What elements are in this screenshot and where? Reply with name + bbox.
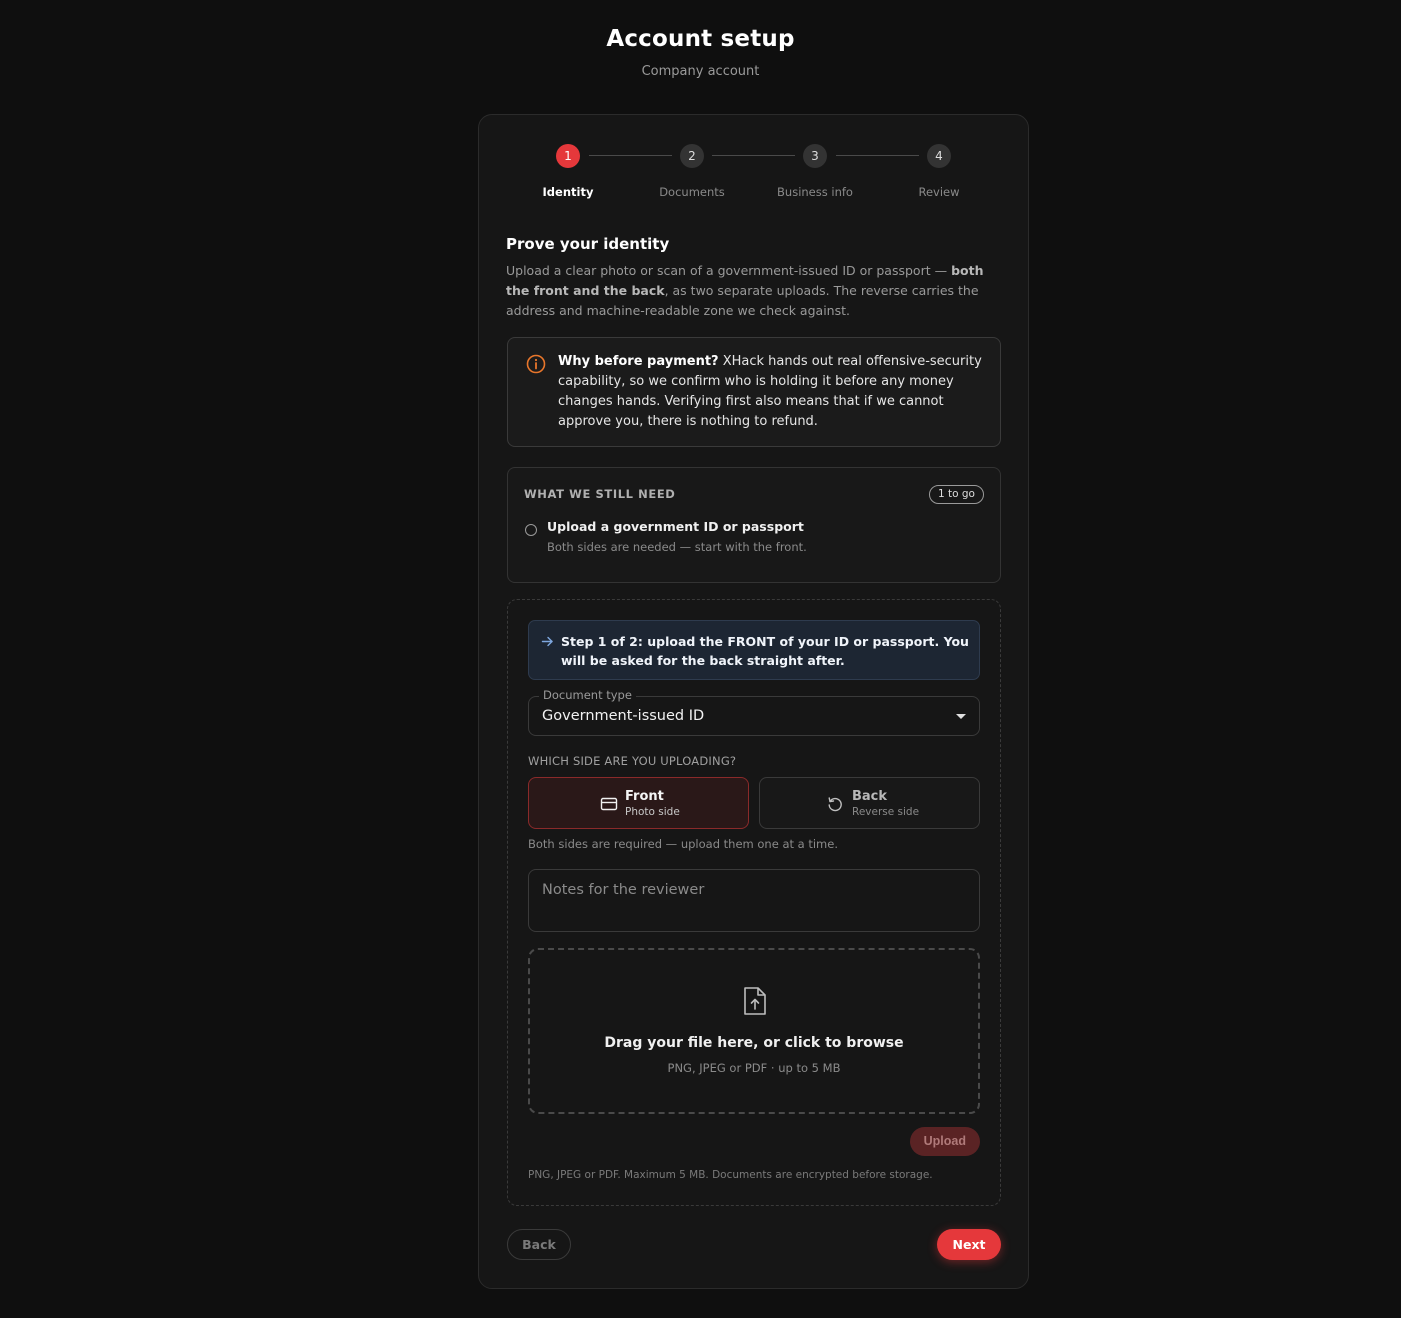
step-connector [712, 155, 795, 156]
reviewer-notes-input[interactable] [528, 869, 980, 932]
section-title: Prove your identity [506, 235, 670, 253]
back-side-label: Back [852, 789, 888, 804]
notice-text: Why before payment? XHack hands out real… [558, 352, 983, 432]
document-type-value: Government-issued ID [542, 708, 705, 724]
document-type-label: Document type [539, 688, 636, 702]
front-side-label: Front [625, 789, 664, 804]
dropzone-subtitle: PNG, JPEG or PDF · up to 5 MB [667, 1061, 841, 1075]
back-side-sub: Reverse side [852, 806, 920, 818]
side-question: WHICH SIDE ARE YOU UPLOADING? [528, 754, 737, 768]
remaining-badge: 1 to go [929, 485, 984, 504]
step-2-indicator[interactable]: 2 [680, 144, 704, 168]
document-type-select[interactable]: Document type Government-issued ID [528, 688, 980, 736]
arrow-right-icon [541, 636, 553, 647]
stepper: 1 2 3 4 Identity Documents Business info… [479, 115, 1028, 215]
front-side-button[interactable]: Front Photo side [528, 777, 749, 829]
back-side-button[interactable]: Back Reverse side [759, 777, 980, 829]
step-2-label: Documents [659, 185, 725, 199]
step-4-label: Review [918, 185, 960, 199]
back-button[interactable]: Back [507, 1229, 571, 1260]
checklist-panel: WHAT WE STILL NEED 1 to go Upload a gove… [507, 467, 1001, 583]
step-connector [589, 155, 672, 156]
step-1-indicator[interactable]: 1 [556, 144, 580, 168]
step-3-label: Business info [777, 185, 853, 199]
next-button[interactable]: Next [937, 1229, 1001, 1260]
checklist-item-title: Upload a government ID or passport [547, 519, 804, 534]
upload-section: Step 1 of 2: upload the FRONT of your ID… [507, 599, 1001, 1206]
description-text: Upload a clear photo or scan of a govern… [506, 263, 952, 278]
info-circle-icon [526, 354, 546, 374]
rotate-icon [828, 797, 842, 812]
page-title: Account setup [606, 26, 795, 52]
card-icon [600, 797, 618, 811]
section-description: Upload a clear photo or scan of a govern… [506, 261, 996, 321]
checklist-title: WHAT WE STILL NEED [524, 487, 676, 501]
front-side-sub: Photo side [625, 806, 680, 818]
page-subtitle: Company account [641, 64, 760, 79]
checklist-item-subtitle: Both sides are needed — start with the f… [547, 540, 807, 554]
step-3-indicator[interactable]: 3 [803, 144, 827, 168]
notice-heading: Why before payment? [558, 354, 719, 369]
side-hint: Both sides are required — upload them on… [528, 837, 838, 851]
upload-footnote: PNG, JPEG or PDF. Maximum 5 MB. Document… [528, 1169, 933, 1181]
step-notice: Step 1 of 2: upload the FRONT of your ID… [528, 620, 980, 680]
checklist-status-circle-icon [525, 524, 537, 536]
upload-button[interactable]: Upload [909, 1127, 980, 1156]
file-dropzone[interactable]: Drag your file here, or click to browse … [528, 948, 980, 1114]
step-1-label: Identity [542, 185, 594, 199]
step-4-indicator[interactable]: 4 [927, 144, 951, 168]
step-connector [836, 155, 919, 156]
page: Account setup Company account 1 2 3 4 Id… [0, 0, 1401, 1318]
dropzone-title: Drag your file here, or click to browse [604, 1035, 904, 1051]
payment-notice: Why before payment? XHack hands out real… [507, 337, 1001, 447]
step-notice-text: Step 1 of 2: upload the FRONT of your ID… [561, 634, 969, 668]
setup-card: 1 2 3 4 Identity Documents Business info… [478, 114, 1029, 1289]
caret-down-icon [956, 714, 966, 719]
file-upload-icon [744, 987, 766, 1015]
